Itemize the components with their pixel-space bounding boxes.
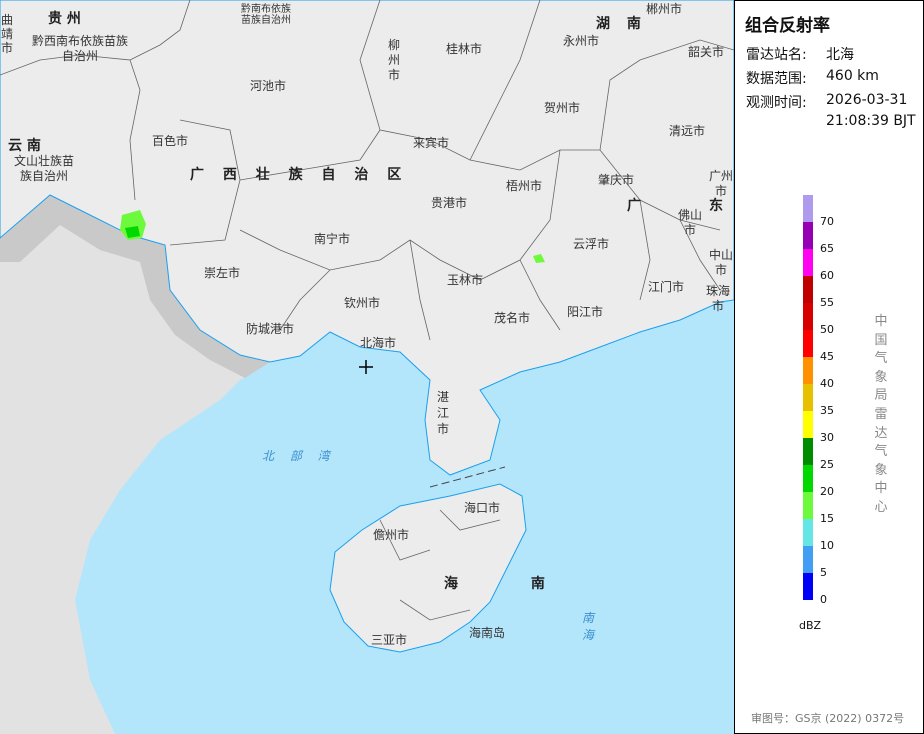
range-value: 460 km [826,68,879,84]
scale-segment [803,546,813,573]
scale-segment [803,465,813,492]
scale-segment [803,330,813,357]
station-value: 北海 [826,47,854,63]
city-label: 贺州市 [544,101,581,115]
city-label: 中山市 [709,248,734,277]
city-label: 广州市 [709,169,734,198]
city-label: 湛江市 [436,390,449,436]
scale-segment [803,303,813,330]
city-label: 珠海市 [706,284,731,313]
scale-tick: 70 [820,215,834,228]
scale-tick: 40 [820,377,834,390]
time-clock: 21:08:39 BJT [826,113,916,129]
scale-segment [803,222,813,249]
station-label: 雷达站名: [746,47,807,63]
city-label: 肇庆市 [598,173,635,187]
scale-segment [803,384,813,411]
city-label: 百色市 [152,134,189,148]
city-label: 曲靖市 [0,13,13,55]
province-label: 湖 南 [596,16,647,32]
city-label: 郴州市 [646,2,683,16]
city-label: 北海市 [360,336,397,350]
city-label: 黔南布依族苗族自治州 [241,4,291,26]
scale-segment [803,438,813,465]
scale-tick: 15 [820,512,834,525]
strait-line [429,466,506,488]
city-label: 玉林市 [447,273,484,287]
city-label: 海南岛 [469,626,506,640]
city-label: 永州市 [563,34,600,48]
range-label: 数据范围: [746,71,807,87]
scale-tick: 20 [820,485,834,498]
credit-text: 中国气象局雷达气象中心 [874,314,888,515]
time-date: 2026-03-31 [826,92,908,108]
approval-number: 审图号：GS京 (2022) 0372号 [751,712,905,725]
product-title: 组合反射率 [745,16,830,36]
scale-segment [803,411,813,438]
scale-segment [803,357,813,384]
scale-tick: 0 [820,593,827,606]
color-scale [803,195,813,600]
time-row: 观测时间: 2026-03-31 21:08:39 BJT [746,92,916,129]
time-label: 观测时间: [746,95,807,111]
city-label: 三亚市 [371,633,408,647]
scale-tick: 65 [820,242,834,255]
scale-segment [803,573,813,600]
city-label: 云浮市 [573,237,610,251]
unit-label: dBZ [799,619,822,632]
scale-tick: 35 [820,404,834,417]
city-label: 佛山市 [678,208,703,237]
scale-segment [803,195,813,222]
radar-map[interactable]: 贵 州 云 南 广 西 壮 族 自 治 区 湖 南 广 东 海 南 曲靖市 黔西… [0,0,734,734]
scale-tick: 10 [820,539,834,552]
city-label: 儋州市 [373,528,410,542]
city-label: 阳江市 [567,305,604,319]
sea-label: 南 海 [582,611,665,642]
city-label: 南宁市 [314,232,351,246]
province-label: 广 [627,198,641,214]
scale-tick: 60 [820,269,834,282]
city-label: 河池市 [250,79,287,93]
scale-tick: 50 [820,323,834,336]
city-label: 防城港市 [246,322,295,336]
province-label: 海 南 [444,576,579,592]
city-label: 韶关市 [688,45,725,59]
city-label: 海口市 [464,501,501,515]
sea-label: 北 部 湾 [262,449,336,463]
info-panel: 组合反射率 雷达站名: 北海 数据范围: 460 km 观测时间: 2026-03-3… [734,0,924,734]
scale-segment [803,249,813,276]
city-label: 柳州市 [387,38,400,82]
radar-site-marker [359,360,373,374]
city-label: 来宾市 [413,136,450,150]
city-label: 清远市 [669,124,706,138]
scale-tick: 30 [820,431,834,444]
city-label: 桂林市 [446,42,483,56]
city-label: 钦州市 [344,296,381,310]
city-label: 崇左市 [204,266,241,280]
province-label: 云 南 [8,138,41,154]
province-label: 广 西 壮 族 自 治 区 [190,167,409,183]
scale-segment [803,276,813,303]
city-label: 茂名市 [494,311,531,325]
scale-tick: 55 [820,296,834,309]
city-label: 黔西南布依族苗族自治州 [31,34,128,63]
scale-segment [803,492,813,519]
scale-tick: 25 [820,458,834,471]
city-label: 贵港市 [431,196,468,210]
city-label: 梧州市 [506,179,543,193]
station-row: 雷达站名: 北海 [746,44,854,64]
scale-tick: 5 [820,566,827,579]
scale-segment [803,519,813,546]
city-label: 江门市 [648,280,685,294]
province-label: 贵 州 [48,11,81,27]
city-label: 文山壮族苗族自治州 [13,154,74,183]
range-row: 数据范围: 460 km [746,68,879,88]
scale-tick: 45 [820,350,834,363]
